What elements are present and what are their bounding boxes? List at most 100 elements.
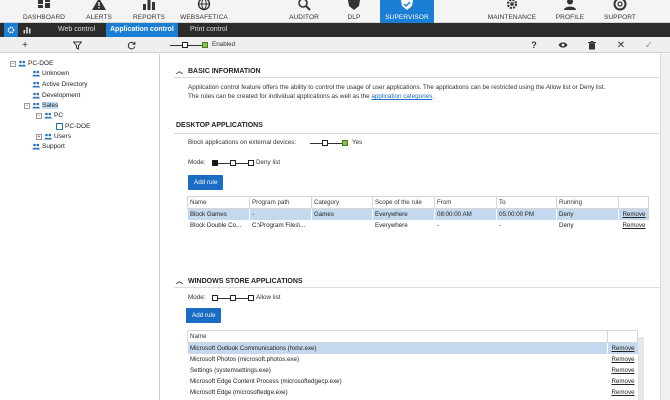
cell: Everywhere (372, 208, 435, 220)
group-icon (18, 60, 26, 67)
cell: C:\Program Files\... (252, 221, 306, 229)
main-scrollbar[interactable] (660, 54, 670, 400)
supervisor-icon (401, 0, 413, 10)
nav-support[interactable]: SUPPORT (600, 0, 640, 23)
column-header[interactable]: Category (311, 196, 373, 209)
tab-application-control[interactable]: Application control (106, 23, 178, 37)
bar-chart-icon (23, 27, 31, 34)
tree-node-pc-doe-root[interactable]: − PC-DOE (10, 59, 53, 68)
table-row[interactable]: Microsoft Photos (microsoft.photos.exe) … (188, 354, 638, 365)
tree-node-development[interactable]: Development (32, 91, 80, 100)
tree-node-unknown[interactable]: Unknown (32, 69, 69, 78)
nav-label: DASHBOARD (22, 14, 66, 21)
basic-information-header[interactable]: ︿ BASIC INFORMATION (176, 66, 261, 76)
close-icon[interactable]: ✕ (614, 38, 628, 52)
table-scrollbar[interactable] (638, 337, 644, 400)
column-header[interactable]: To (496, 196, 557, 209)
column-header[interactable]: Running (556, 196, 619, 209)
refresh-icon[interactable] (124, 38, 138, 52)
windows-store-header[interactable]: ︿ WINDOWS STORE APPLICATIONS (176, 276, 303, 286)
remove-link[interactable]: Remove (608, 354, 638, 365)
computer-icon (56, 123, 63, 130)
tab-web-control[interactable]: Web control (54, 23, 99, 37)
add-rule-button[interactable]: Add rule (188, 175, 224, 190)
stats-button[interactable] (20, 23, 34, 37)
nav-dlp[interactable]: DLP (342, 0, 366, 23)
remove-link[interactable]: Remove (607, 342, 638, 354)
add-rule-button[interactable]: Add rule (186, 308, 222, 323)
description-text: . (432, 93, 435, 100)
column-header (618, 196, 649, 209)
table-row[interactable]: Block Games - Games Everywhere 08:00:00 … (187, 208, 649, 220)
cell: Microsoft Edge Content Process (microsof… (190, 377, 342, 385)
section-title: WINDOWS STORE APPLICATIONS (188, 278, 303, 285)
column-header[interactable]: Name (187, 330, 608, 343)
column-header[interactable]: Scope of the rule (372, 196, 435, 209)
tree-node-sales[interactable]: − Sales (24, 101, 59, 110)
table-row[interactable]: Microsoft Outlook Communications (hxtsr.… (187, 342, 638, 354)
application-categories-link[interactable]: application categories (371, 93, 432, 100)
remove-link[interactable]: Remove (618, 208, 649, 220)
table-row[interactable]: Settings (systemsettings.exe) Remove (188, 365, 638, 376)
cell (312, 220, 373, 231)
remove-link[interactable]: Remove (608, 376, 638, 387)
column-header[interactable]: Name (187, 196, 250, 209)
collapse-icon[interactable]: − (36, 112, 42, 119)
nav-dashboard[interactable]: DASHBOARD (14, 0, 74, 23)
add-icon[interactable]: + (18, 38, 32, 52)
column-header[interactable]: From (434, 196, 497, 209)
mode-label: Mode: (188, 294, 206, 301)
remove-link[interactable]: Remove (608, 387, 638, 398)
check-icon[interactable]: ✓ (642, 38, 656, 52)
nav-reports[interactable]: REPORTS (128, 0, 170, 23)
nav-profile[interactable]: PROFILE (552, 0, 588, 23)
settings-gear-button[interactable] (4, 23, 18, 37)
tree-label: Users (54, 133, 71, 140)
block-external-value: Yes (352, 139, 363, 146)
expand-icon[interactable]: + (36, 133, 42, 140)
tree-node-support[interactable]: Support (32, 142, 65, 151)
nav-websafetica[interactable]: WEBSAFETICA (178, 0, 230, 23)
nav-label: SUPPORT (603, 14, 636, 21)
gear-icon (506, 0, 518, 10)
section-title: BASIC INFORMATION (188, 68, 261, 75)
block-external-label: Block applications on external devices: (188, 139, 297, 146)
tab-print-control[interactable]: Print control (186, 23, 231, 37)
tree-label: Sales (42, 102, 59, 109)
table-row[interactable]: Microsoft Edge (microsoftedge.exe) Remov… (188, 387, 638, 398)
remove-link[interactable]: Remove (619, 220, 649, 231)
filter-icon[interactable] (70, 38, 84, 52)
desktop-mode-toggle[interactable] (212, 159, 254, 167)
tree-node-active-directory[interactable]: Active Directory (32, 80, 88, 89)
column-header (607, 330, 638, 343)
desktop-applications-header: DESKTOP APPLICATIONS (176, 122, 263, 129)
desktop-rules-table: Name Program path Category Scope of the … (187, 196, 649, 231)
tree-node-pc-doe[interactable]: PC-DOE (56, 122, 90, 131)
shield-icon (348, 0, 360, 10)
nav-auditor[interactable]: AUDITOR (284, 0, 324, 23)
tree-node-users[interactable]: + Users (36, 132, 71, 141)
cell: Deny (556, 208, 619, 220)
trash-icon[interactable] (585, 38, 599, 52)
cell: - (249, 208, 312, 220)
toolbar: + Enabled ? ✕ ✓ (0, 37, 670, 53)
store-mode-toggle[interactable] (212, 294, 254, 302)
eye-icon[interactable] (556, 38, 570, 52)
nav-label: SUPERVISOR (385, 14, 429, 21)
table-row[interactable]: Microsoft Edge Content Process (microsof… (188, 376, 638, 387)
column-header[interactable]: Program path (249, 196, 312, 209)
cell: Microsoft Photos (microsoft.photos.exe) (190, 355, 300, 363)
mode-label: Mode: (188, 159, 206, 166)
block-external-toggle[interactable] (310, 139, 350, 147)
collapse-icon[interactable]: − (24, 102, 30, 109)
enabled-toggle[interactable] (170, 41, 210, 49)
cell: Everywhere (375, 221, 408, 229)
remove-link[interactable]: Remove (608, 365, 638, 376)
nav-maintenance[interactable]: MAINTENANCE (484, 0, 540, 23)
tree-node-pc[interactable]: − PC (36, 111, 63, 120)
collapse-icon[interactable]: − (10, 60, 16, 67)
nav-alerts[interactable]: ALERTS (82, 0, 116, 23)
table-row[interactable]: Block Double Co... C:\Program Files\... … (188, 220, 649, 231)
help-icon[interactable]: ? (527, 38, 541, 52)
nav-supervisor[interactable]: SUPERVISOR (380, 0, 434, 23)
